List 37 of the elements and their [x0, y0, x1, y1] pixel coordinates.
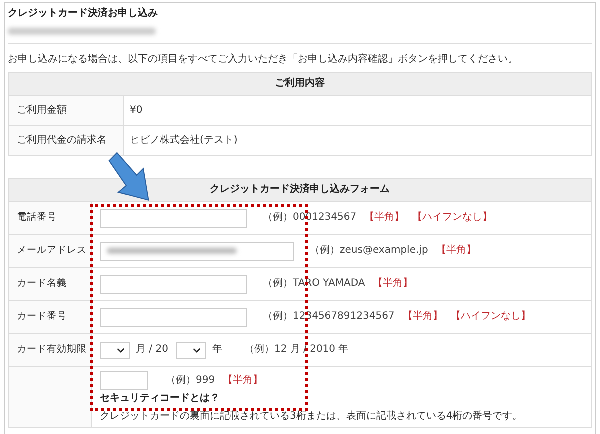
chevron-icon: [117, 348, 125, 352]
example-text: （例）zeus@example.jp: [310, 245, 428, 257]
format-note: 【半角】: [402, 311, 443, 323]
format-note: 【半角】: [436, 245, 476, 257]
year-select[interactable]: [176, 342, 206, 358]
field-label: カード有効期限: [8, 334, 92, 366]
format-note: 【半角】: [223, 374, 264, 386]
format-note: 【ハイフンなし】: [450, 311, 531, 323]
table-heading: ご利用内容: [8, 72, 592, 96]
field-label: メールアドレス: [8, 234, 92, 268]
table-heading: クレジットカード決済申し込みフォーム: [8, 178, 592, 202]
chevron-icon: [193, 348, 202, 352]
example-text: （例）0001234567: [263, 212, 357, 224]
instruction-text: お申し込みになる場合は、以下の項目をすべてご入力いただき「お申し込み内容確認」ボタンを押してください。: [8, 54, 519, 66]
field-label: 電話番号: [8, 202, 92, 234]
row-value: ヒビノ株式会社(テスト): [124, 126, 592, 156]
field-label: カード名義: [8, 268, 92, 300]
input-field[interactable]: [100, 274, 247, 294]
input-field[interactable]: [100, 242, 294, 260]
row-label: ご利用金額: [8, 96, 124, 126]
format-note: 【半角】: [364, 212, 405, 224]
format-note: 【半角】: [373, 278, 414, 290]
month-select[interactable]: [100, 342, 130, 358]
page-title: クレジットカード決済お申し込み: [8, 8, 159, 20]
input-field[interactable]: [100, 308, 247, 326]
year-suffix: 年: [212, 344, 222, 356]
field-label: カード番号: [8, 300, 92, 334]
help-text: クレジットカードの裏面に記載されている3桁または、表面に記載されている4桁の番号です。: [100, 411, 524, 423]
row-label: ご利用代金の請求名: [8, 126, 124, 156]
help-title: セキュリティコードとは？: [100, 393, 221, 405]
month-suffix: 月 / 20: [136, 344, 168, 356]
example-text: （例）1234567891234567: [263, 311, 395, 323]
example-text: （例）999: [166, 374, 216, 386]
input-field[interactable]: [100, 208, 247, 228]
format-note: 【ハイフンなし】: [412, 212, 493, 224]
row-value: ¥0: [124, 96, 592, 126]
input-field[interactable]: [100, 371, 148, 390]
